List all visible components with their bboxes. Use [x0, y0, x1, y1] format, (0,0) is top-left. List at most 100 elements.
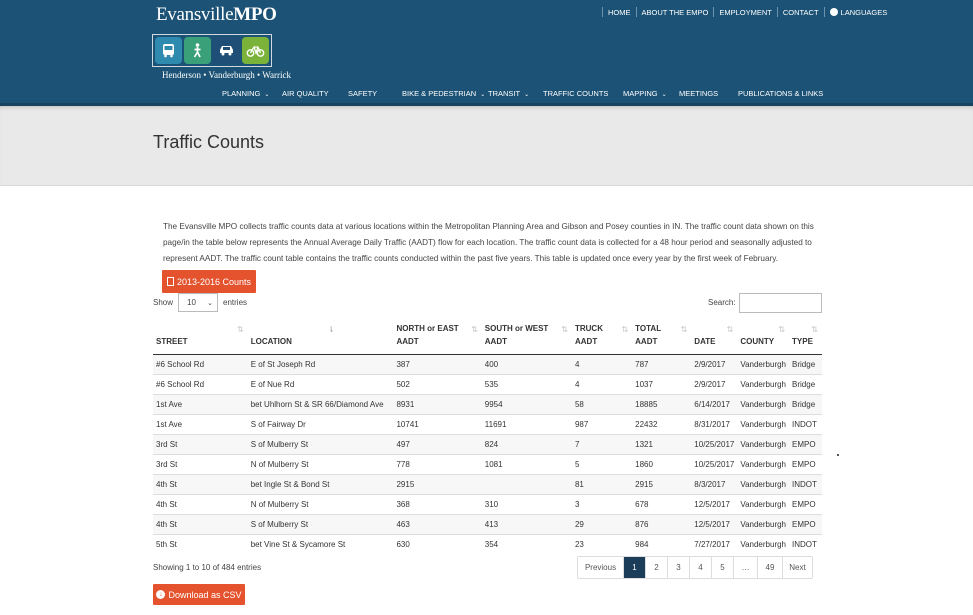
table-cell — [481, 474, 572, 495]
table-row: #6 School Rd E of Nue Rd 502 535 4 1037 2/9/20… — [153, 374, 822, 395]
nav-safety[interactable]: SAFETY — [348, 89, 377, 98]
nav-planning[interactable]: PLANNING ⌄ — [222, 89, 269, 98]
nav-air-quality[interactable]: AIR QUALITY — [282, 89, 329, 98]
table-cell: 23 — [571, 534, 633, 555]
sort-icon: ⇅ — [237, 325, 244, 334]
nav-home[interactable]: HOME — [607, 8, 632, 17]
chevron-down-icon: ⌄ — [480, 92, 486, 98]
table-cell: 778 — [393, 454, 482, 475]
nav-mapping[interactable]: MAPPING ⌄ — [623, 89, 667, 98]
table-cell: bet Ingle St & Bond St — [247, 474, 394, 495]
table-cell: 7/27/2017 — [691, 534, 738, 555]
bus-icon — [155, 37, 182, 64]
column-header[interactable]: STREET ⇅ — [153, 322, 248, 355]
pagination-previous[interactable]: Previous — [578, 557, 623, 578]
column-header[interactable]: DATE ⇅ — [691, 322, 738, 355]
download-csv-button[interactable]: ↓ Download as CSV — [153, 584, 245, 605]
pagination-page[interactable]: 4 — [689, 557, 711, 578]
table-info: Showing 1 to 10 of 484 entries — [153, 563, 262, 572]
nav-transit[interactable]: TRANSIT ⌄ — [488, 89, 529, 98]
entries-select[interactable]: 10 ⌄ — [178, 293, 219, 312]
table-cell: 3 — [571, 494, 633, 515]
table-cell: EMPO — [789, 514, 822, 535]
nav-employment[interactable]: EMPLOYMENT — [718, 8, 773, 17]
pagination-page[interactable]: 5 — [711, 557, 733, 578]
table-cell: 502 — [393, 374, 482, 395]
logo-title: EvansvilleMPO — [156, 4, 277, 25]
nav-meetings[interactable]: MEETINGS — [679, 89, 718, 98]
column-header[interactable]: TRUCK AADT ⇅ — [571, 322, 633, 355]
table-row: 3rd St S of Mulberry St 497 824 7 1321 10/25/2… — [153, 434, 822, 455]
nav-traffic-counts[interactable]: TRAFFIC COUNTS — [543, 89, 608, 98]
table-cell: N of Mulberry St — [247, 494, 394, 515]
table-cell: 368 — [393, 494, 482, 515]
pagination-next[interactable]: Next — [782, 557, 812, 578]
table-cell: EMPO — [789, 434, 822, 455]
table-cell: 8/31/2017 — [691, 414, 738, 435]
pagination-page[interactable]: 2 — [645, 557, 667, 578]
table-cell: 11691 — [481, 414, 572, 435]
table-cell: 8931 — [393, 394, 482, 415]
main-nav: PLANNING ⌄ AIR QUALITY SAFETY BIKE & PEDE… — [0, 89, 973, 99]
table-cell: EMPO — [789, 494, 822, 515]
column-header-label: SOUTH or WEST — [484, 324, 549, 333]
column-header[interactable]: COUNTY ⇅ — [737, 322, 790, 355]
table-cell: Bridge — [789, 394, 822, 415]
table-cell: 463 — [393, 514, 482, 535]
nav-bike-pedestrian[interactable]: BIKE & PEDESTRIAN ⌄ — [402, 89, 485, 98]
table-row: 4th St bet Ingle St & Bond St 2915 81 2915 8/… — [153, 474, 822, 495]
table-row: 3rd St N of Mulberry St 778 1081 5 1860 10/25/… — [153, 454, 822, 475]
chevron-down-icon: ⌄ — [661, 92, 667, 98]
table-cell: Vanderburgh — [737, 534, 790, 555]
pagination-page: … — [733, 557, 757, 578]
site-header: EvansvilleMPO Henderson • Vanderburgh • … — [0, 0, 973, 106]
table-cell: N of Mulberry St — [247, 454, 394, 475]
column-header-label: COUNTY — [740, 337, 775, 346]
table-cell: 1321 — [632, 434, 692, 455]
sort-icon: ⇅ — [621, 325, 629, 334]
table-cell: E of St Joseph Rd — [247, 354, 394, 375]
nav-contact[interactable]: CONTACT — [782, 8, 820, 17]
table-cell: 630 — [393, 534, 482, 555]
logo[interactable]: EvansvilleMPO Henderson • Vanderburgh • … — [152, 4, 291, 84]
table-cell: INDOT — [789, 414, 822, 435]
table-cell: Vanderburgh — [737, 434, 790, 455]
sort-icon: ⇅ — [471, 325, 478, 334]
table-cell: 2/9/2017 — [691, 354, 738, 375]
column-header-label: AADT — [396, 337, 419, 346]
pagination-page[interactable]: 49 — [757, 557, 782, 578]
table-row: 4th St N of Mulberry St 368 310 3 678 12/5/201… — [153, 494, 822, 515]
column-header[interactable]: TYPE ⇅ — [789, 322, 822, 355]
table-cell: Vanderburgh — [737, 454, 790, 475]
table-cell: 12/5/2017 — [691, 494, 738, 515]
table-cell: 1st Ave — [153, 414, 248, 435]
car-icon — [213, 37, 240, 64]
nav-languages[interactable]: LANGUAGES — [829, 7, 889, 17]
counts-2013-2016-button[interactable]: 2013-2016 Counts — [162, 270, 256, 293]
search-input[interactable] — [739, 293, 822, 313]
table-cell: 413 — [481, 514, 572, 535]
table-cell: 497 — [393, 434, 482, 455]
pagination-page[interactable]: 1 — [623, 557, 645, 578]
nav-about[interactable]: ABOUT THE EMPO — [641, 8, 710, 17]
table-cell: 535 — [481, 374, 572, 395]
table-cell: S of Mulberry St — [247, 434, 394, 455]
table-cell: Vanderburgh — [737, 414, 790, 435]
column-header[interactable]: LOCATION ⇂ — [247, 322, 394, 355]
column-header[interactable]: NORTH or EAST AADT ⇅ — [393, 322, 482, 355]
table-cell: 81 — [571, 474, 633, 495]
table-cell: INDOT — [789, 474, 822, 495]
column-header[interactable]: TOTAL AADT ⇅ — [632, 322, 692, 355]
table-cell: 7 — [571, 434, 633, 455]
pagination: Previous 1 2 3 4 5… 49 Next — [577, 556, 813, 579]
column-header[interactable]: SOUTH or WEST AADT ⇅ — [481, 322, 572, 355]
table-cell: Vanderburgh — [737, 514, 790, 535]
pagination-page[interactable]: 3 — [667, 557, 689, 578]
chevron-down-icon: ⌄ — [264, 92, 270, 98]
column-header-label: LOCATION — [250, 337, 292, 346]
nav-publications[interactable]: PUBLICATIONS & LINKS — [738, 89, 823, 98]
table-cell: 2/9/2017 — [691, 374, 738, 395]
table-cell: #6 School Rd — [153, 354, 248, 375]
table-cell: 29 — [571, 514, 633, 535]
document-icon — [166, 277, 174, 286]
